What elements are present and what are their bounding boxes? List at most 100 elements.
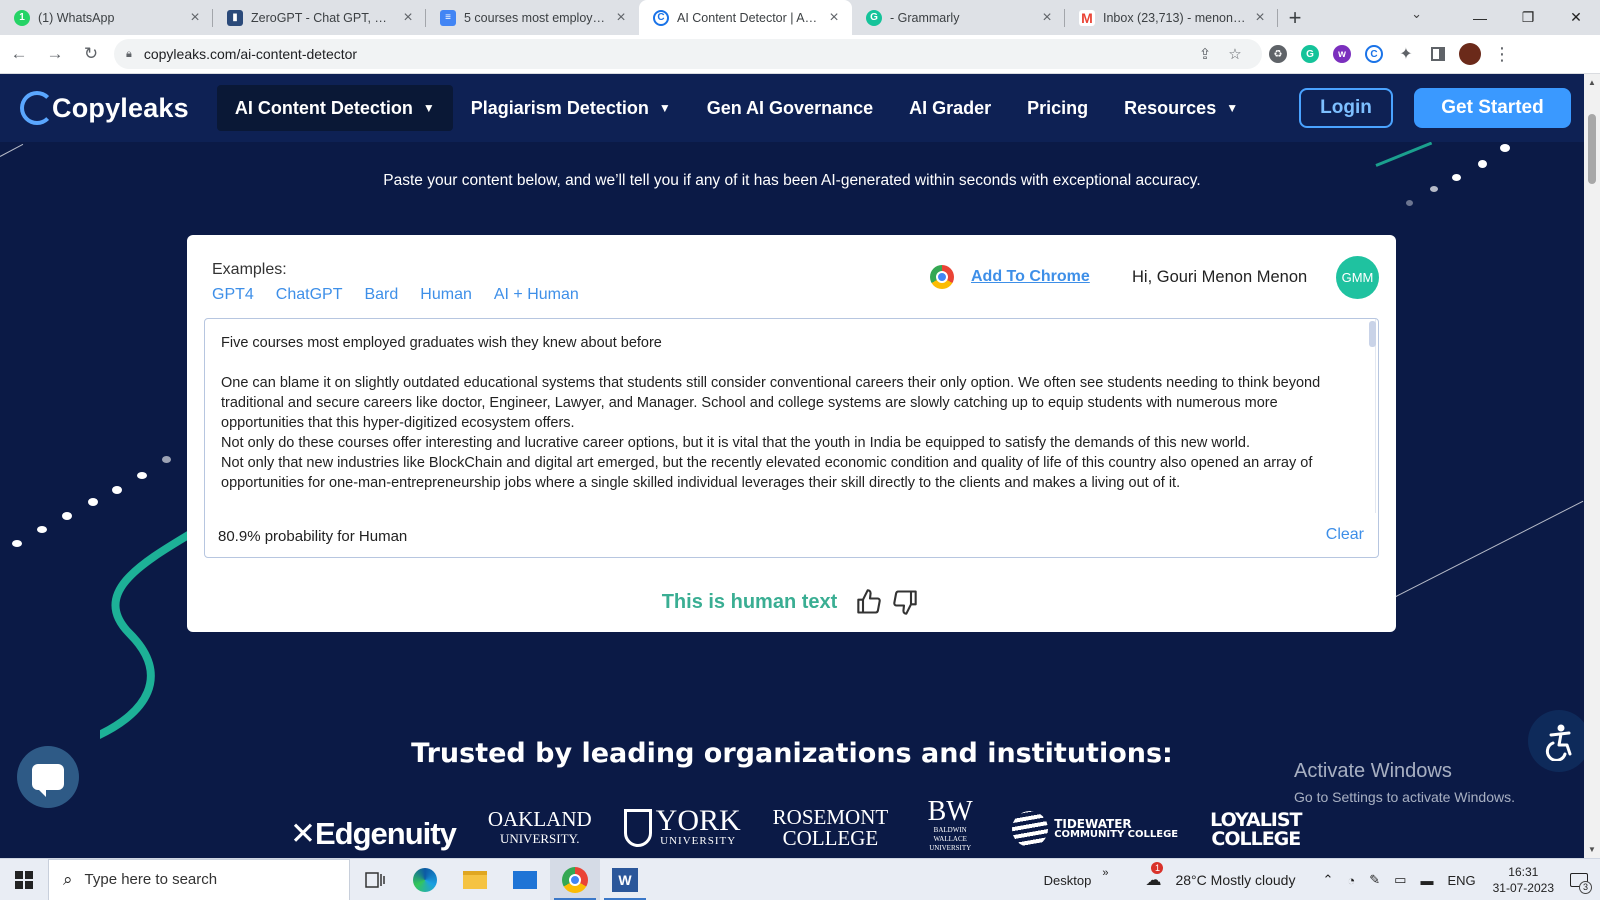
taskbar-search-input[interactable]: ⌕ Type here to search	[48, 858, 350, 900]
extension-purple-icon[interactable]: w	[1326, 39, 1358, 69]
clear-button[interactable]: Clear	[1326, 526, 1364, 544]
pasted-text[interactable]: Five courses most employed graduates wis…	[221, 333, 1356, 493]
pen-icon[interactable]: ✎	[1369, 872, 1380, 888]
scroll-down-icon[interactable]: ▼	[1584, 845, 1600, 854]
login-button[interactable]: Login	[1299, 88, 1393, 128]
logo-rosemont-college: ROSEMONT COLLEGE	[772, 805, 889, 850]
chat-widget-button[interactable]	[17, 746, 79, 808]
tab-title: AI Content Detector | AI Detector	[677, 10, 820, 25]
tab-close-icon[interactable]: ×	[613, 9, 629, 27]
taskbar-clock[interactable]: 16:31 31-07-2023	[1493, 864, 1554, 896]
ai-detector-card: Examples: GPT4 ChatGPT Bard Human AI + H…	[187, 235, 1396, 632]
lock-icon[interactable]: 🔒︎	[126, 48, 132, 61]
side-panel-icon[interactable]	[1422, 39, 1454, 69]
url-text[interactable]: copyleaks.com/ai-content-detector	[144, 46, 1190, 62]
notification-center-icon[interactable]: 3	[1564, 866, 1594, 894]
windows-taskbar: ⌕ Type here to search W Desktop » ☁ 1 28°…	[0, 858, 1600, 900]
address-bar[interactable]: 🔒︎ copyleaks.com/ai-content-detector ⇪ ☆	[114, 39, 1262, 69]
extension-grammarly-icon[interactable]: G	[1294, 39, 1326, 69]
add-to-chrome-link[interactable]: Add To Chrome	[971, 268, 1090, 286]
restore-icon[interactable]: ❐	[1504, 0, 1552, 35]
nav-plagiarism-detection[interactable]: Plagiarism Detection ▼	[453, 85, 689, 131]
back-icon[interactable]: ←	[2, 39, 36, 69]
display-icon[interactable]: ▭	[1394, 872, 1406, 888]
example-human-link[interactable]: Human	[420, 286, 472, 304]
tab-close-icon[interactable]: ×	[826, 9, 842, 27]
reload-icon[interactable]: ↻	[74, 39, 108, 69]
extensions-puzzle-icon[interactable]: ✦	[1390, 39, 1422, 69]
browser-tab-google-docs[interactable]: ≡ 5 courses most employed graduates ×	[426, 0, 639, 35]
page-scrollbar[interactable]: ▲ ▼	[1584, 74, 1600, 858]
extension-copyleaks-icon[interactable]: C	[1358, 39, 1390, 69]
desktop-toolbar-label[interactable]: Desktop	[1044, 873, 1092, 888]
tab-close-icon[interactable]: ×	[400, 9, 416, 27]
example-bard-link[interactable]: Bard	[364, 286, 398, 304]
nav-label: Pricing	[1027, 97, 1089, 118]
example-gpt4-link[interactable]: GPT4	[212, 286, 254, 304]
show-hidden-icons-icon[interactable]: ⌃	[1322, 872, 1333, 888]
tab-search-chevron-icon[interactable]: ⌄	[1411, 6, 1422, 22]
copyleaks-logo[interactable]: Copyleaks	[20, 91, 189, 125]
network-icon[interactable]: ◔	[1347, 873, 1355, 888]
new-tab-button[interactable]: +	[1278, 0, 1312, 35]
thumbs-up-icon[interactable]	[856, 588, 884, 616]
decorative-dot	[88, 498, 98, 506]
weather-icon[interactable]: ☁ 1	[1145, 862, 1164, 890]
search-icon: ⌕	[63, 869, 73, 889]
tab-close-icon[interactable]: ×	[187, 9, 203, 27]
user-avatar[interactable]: GMM	[1336, 256, 1379, 299]
gmail-icon: M	[1079, 9, 1095, 26]
tab-title: Inbox (23,713) - menongouri	[1103, 10, 1246, 25]
google-docs-icon: ≡	[440, 9, 456, 26]
textarea-scroll-thumb[interactable]	[1369, 321, 1376, 347]
windows-start-icon[interactable]	[0, 859, 48, 900]
battery-icon[interactable]: ▬	[1420, 873, 1433, 888]
nav-resources[interactable]: Resources ▼	[1106, 85, 1256, 131]
chrome-taskbar-icon[interactable]	[550, 858, 600, 900]
textarea-scrollbar[interactable]	[1369, 319, 1376, 513]
get-started-button[interactable]: Get Started	[1414, 88, 1571, 128]
minimize-icon[interactable]: —	[1456, 0, 1504, 35]
browser-tab-grammarly[interactable]: G - Grammarly ×	[852, 0, 1065, 35]
browser-tab-gmail[interactable]: M Inbox (23,713) - menongouri ×	[1065, 0, 1278, 35]
tidewater-globe-icon	[1012, 811, 1049, 847]
share-icon[interactable]: ⇪	[1190, 45, 1220, 63]
browser-tab-whatsapp[interactable]: 1 (1) WhatsApp ×	[0, 0, 213, 35]
chrome-icon	[930, 265, 954, 289]
weather-text[interactable]: 28°C Mostly cloudy	[1175, 872, 1295, 888]
accessibility-button[interactable]	[1528, 710, 1584, 772]
toolbar-expand-icon[interactable]: »	[1102, 867, 1108, 879]
nav-ai-content-detection[interactable]: AI Content Detection ▼	[216, 85, 453, 131]
decorative-line	[1395, 500, 1584, 597]
file-explorer-icon[interactable]	[450, 859, 500, 900]
grammarly-icon: G	[866, 9, 882, 26]
profile-avatar[interactable]	[1454, 39, 1486, 69]
browser-tab-strip: 1 (1) WhatsApp × ▮ ZeroGPT - Chat GPT, O…	[0, 0, 1600, 35]
language-indicator[interactable]: ENG	[1447, 873, 1475, 888]
extension-recycle-icon[interactable]: ♻	[1262, 39, 1294, 69]
tab-title: (1) WhatsApp	[38, 10, 115, 25]
example-chatgpt-link[interactable]: ChatGPT	[276, 286, 343, 304]
thumbs-down-icon[interactable]	[890, 588, 918, 616]
nav-label: Plagiarism Detection	[470, 97, 649, 118]
nav-ai-grader[interactable]: AI Grader	[891, 85, 1009, 131]
system-tray: Desktop » ☁ 1 28°C Mostly cloudy ⌃ ◔ ✎ ▭ …	[1037, 859, 1600, 900]
page-scroll-thumb[interactable]	[1588, 114, 1596, 184]
tab-close-icon[interactable]: ×	[1039, 9, 1055, 27]
edge-browser-icon[interactable]	[400, 859, 450, 900]
nav-pricing[interactable]: Pricing	[1009, 85, 1106, 131]
word-icon[interactable]: W	[600, 859, 650, 900]
content-textarea[interactable]: Five courses most employed graduates wis…	[204, 318, 1379, 558]
example-ai-human-link[interactable]: AI + Human	[494, 286, 579, 304]
forward-icon[interactable]: →	[38, 39, 72, 69]
task-view-icon[interactable]	[350, 859, 400, 900]
browser-menu-icon[interactable]: ⋮	[1486, 39, 1518, 69]
bookmark-star-icon[interactable]: ☆	[1220, 45, 1250, 63]
nav-gen-ai-governance[interactable]: Gen AI Governance	[689, 85, 891, 131]
browser-tab-copyleaks[interactable]: C AI Content Detector | AI Detector ×	[639, 0, 852, 35]
scroll-up-icon[interactable]: ▲	[1584, 78, 1600, 87]
tab-close-icon[interactable]: ×	[1252, 9, 1268, 27]
browser-tab-zerogpt[interactable]: ▮ ZeroGPT - Chat GPT, Open AI and AI Tex…	[213, 0, 426, 35]
mail-icon[interactable]	[500, 859, 550, 900]
close-window-icon[interactable]: ✕	[1552, 0, 1600, 35]
